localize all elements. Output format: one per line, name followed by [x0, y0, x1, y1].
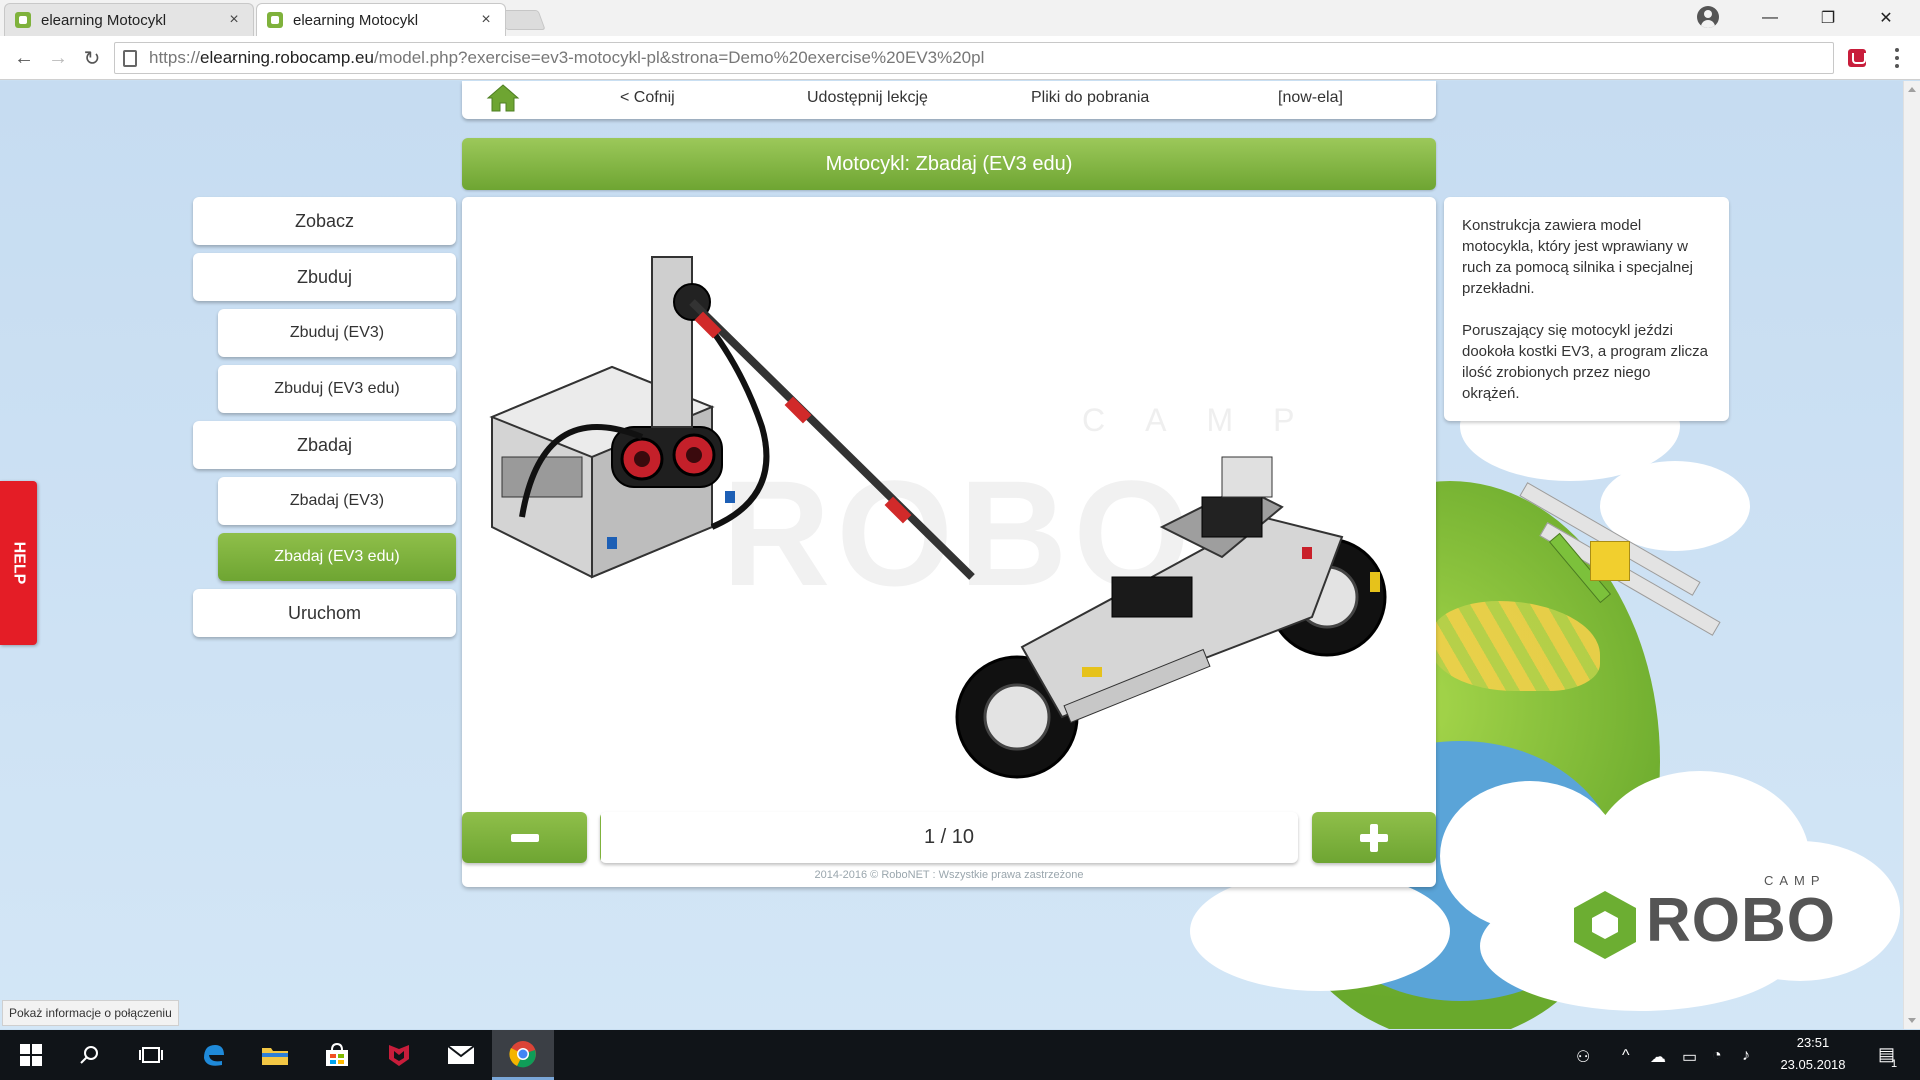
tab-title: elearning Motocykl: [41, 11, 167, 29]
people-icon[interactable]: ⚇: [1576, 1047, 1590, 1067]
forward-arrow-icon[interactable]: →: [44, 44, 72, 72]
step-progress-bar: [600, 812, 602, 863]
tray-chevron-icon[interactable]: ^: [1622, 1047, 1630, 1065]
copyright-footer: 2014-2016 © RoboNET : Wszystkie prawa za…: [814, 869, 1084, 881]
minimize-button[interactable]: —: [1742, 0, 1798, 36]
maximize-button[interactable]: ❐: [1800, 0, 1856, 36]
battery-icon[interactable]: ▭: [1682, 1047, 1697, 1067]
volume-icon[interactable]: ♪: [1742, 1047, 1750, 1065]
lesson-title: Motocykl: Zbadaj (EV3 edu): [462, 138, 1436, 190]
scroll-down-icon[interactable]: [1908, 1018, 1916, 1023]
plus-icon: [1360, 823, 1388, 852]
menu-item-build-ev3[interactable]: Zbuduj (EV3): [218, 309, 456, 357]
menu-item-explore-ev3[interactable]: Zbadaj (EV3): [218, 477, 456, 525]
robocamp-favicon-icon: [15, 12, 31, 28]
step-counter: 1 / 10: [600, 812, 1298, 863]
page-info-icon[interactable]: [123, 49, 137, 67]
task-view-button[interactable]: [120, 1030, 182, 1080]
chrome-taskbar-button[interactable]: [492, 1030, 554, 1080]
browser-tab-2-active[interactable]: elearning Motocykl ×: [256, 3, 506, 36]
logo-camp-text: CAMP: [1764, 873, 1826, 888]
page-scrollbar[interactable]: [1903, 81, 1920, 1029]
tab-title: elearning Motocykl: [293, 11, 419, 29]
lego-motorcycle-model-image: [489, 256, 1387, 779]
clock-date[interactable]: 23.05.2018: [1770, 1057, 1856, 1072]
chrome-icon: [509, 1040, 536, 1067]
browser-toolbar: ← → ↻ https://elearning.robocamp.eu/mode…: [0, 36, 1920, 80]
mcafee-button[interactable]: [368, 1030, 430, 1080]
tab-strip: elearning Motocykl × elearning Motocykl …: [0, 0, 1920, 36]
scroll-up-icon[interactable]: [1908, 87, 1916, 92]
address-bar[interactable]: https://elearning.robocamp.eu/model.php?…: [114, 42, 1834, 74]
model-image-panel: ROBO CAMP: [462, 197, 1436, 887]
notification-count: 1: [1890, 1058, 1898, 1070]
tab-close-icon[interactable]: ×: [477, 11, 495, 29]
description-paragraph: Poruszający się motocykl jeździ dookoła …: [1462, 322, 1708, 402]
downloads-link[interactable]: Pliki do pobrania: [1031, 89, 1149, 107]
mail-icon: [447, 1045, 475, 1064]
back-arrow-icon[interactable]: ←: [10, 44, 38, 72]
menu-item-explore[interactable]: Zbadaj: [193, 421, 456, 469]
cloud-illustration: [1190, 871, 1450, 991]
store-bag-icon: [326, 1042, 348, 1066]
windows-logo-icon: [20, 1044, 42, 1066]
help-label: HELP: [10, 541, 28, 585]
lesson-nav-bar: < Cofnij Udostępnij lekcję Pliki do pobr…: [462, 81, 1436, 119]
previous-step-button[interactable]: [462, 812, 587, 863]
minus-icon: [510, 833, 539, 842]
edge-taskbar-button[interactable]: [182, 1030, 244, 1080]
clock-time[interactable]: 23:51: [1778, 1035, 1848, 1050]
browser-tab-1[interactable]: elearning Motocykl ×: [4, 3, 254, 36]
close-window-button[interactable]: ✕: [1858, 0, 1914, 36]
help-tab[interactable]: HELP: [0, 481, 37, 645]
menu-item-build[interactable]: Zbuduj: [193, 253, 456, 301]
next-step-button[interactable]: [1312, 812, 1436, 863]
search-icon: [80, 1046, 98, 1064]
robocamp-favicon-icon: [267, 12, 283, 28]
profile-icon[interactable]: [1697, 6, 1719, 28]
browser-menu-icon[interactable]: [1892, 46, 1902, 70]
mail-button[interactable]: [430, 1030, 492, 1080]
search-button[interactable]: [58, 1030, 120, 1080]
description-box: Konstrukcja zawiera model motocykla, któ…: [1444, 197, 1729, 421]
windows-taskbar: ⚇ ^ ☁ ▭ ◔ ♪ 23:51 23.05.2018 ▤ 1: [0, 1030, 1920, 1080]
file-explorer-button[interactable]: [244, 1030, 306, 1080]
menu-item-see[interactable]: Zobacz: [193, 197, 456, 245]
edge-icon: [204, 1045, 224, 1066]
wifi-icon[interactable]: ◔: [1712, 1047, 1722, 1065]
logo-robo-text: ROBO: [1646, 886, 1836, 955]
step-counter-label: 1 / 10: [923, 826, 975, 848]
home-icon[interactable]: [486, 83, 520, 113]
tab-close-icon[interactable]: ×: [225, 11, 243, 29]
page-viewport: < Cofnij Udostępnij lekcję Pliki do pobr…: [0, 81, 1903, 1029]
share-lesson-link[interactable]: Udostępnij lekcję: [807, 89, 928, 107]
connection-info-tooltip: Pokaż informacje o połączeniu: [2, 1000, 179, 1026]
back-link[interactable]: < Cofnij: [620, 89, 675, 107]
onedrive-cloud-icon[interactable]: ☁: [1650, 1047, 1666, 1067]
start-button[interactable]: [0, 1030, 62, 1080]
robocamp-logo: ROBO CAMP: [1574, 859, 1874, 1009]
description-paragraph: Konstrukcja zawiera model motocykla, któ…: [1462, 217, 1693, 297]
lego-plane-illustration: [1519, 482, 1721, 636]
menu-item-run[interactable]: Uruchom: [193, 589, 456, 637]
url-text: https://elearning.robocamp.eu/model.php?…: [149, 48, 985, 67]
menu-item-explore-ev3-edu[interactable]: Zbadaj (EV3 edu): [218, 533, 456, 581]
extension-icon[interactable]: [1848, 49, 1866, 67]
store-button[interactable]: [306, 1030, 368, 1080]
mcafee-shield-icon: [389, 1045, 409, 1066]
user-link[interactable]: [now-ela]: [1278, 89, 1343, 107]
menu-item-build-ev3-edu[interactable]: Zbuduj (EV3 edu): [218, 365, 456, 413]
hexagon-logo-icon: [1574, 891, 1636, 959]
reload-icon[interactable]: ↻: [78, 44, 106, 72]
task-view-icon: [139, 1047, 163, 1063]
folder-icon: [262, 1048, 288, 1065]
